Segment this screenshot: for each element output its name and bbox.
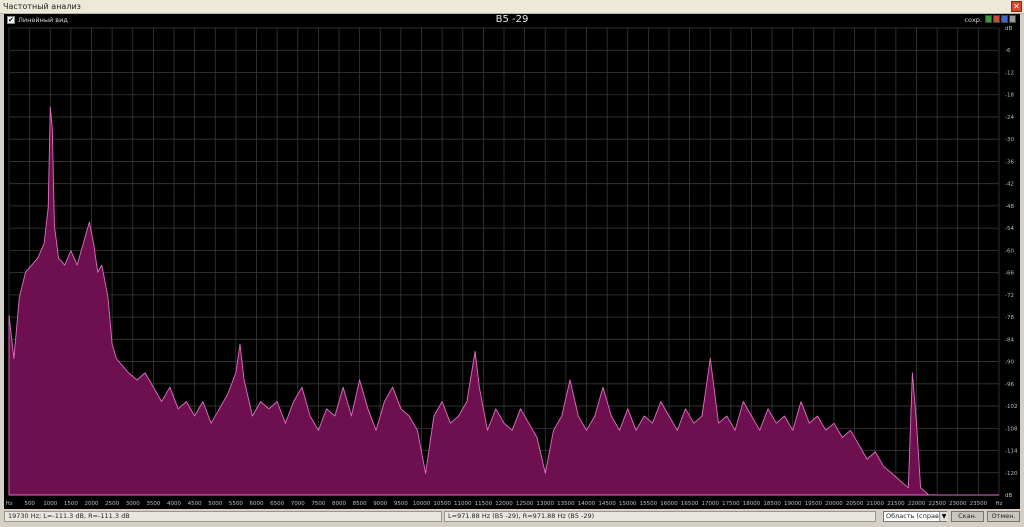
cursor-readout: 19730 Hz; L=-111.3 dB, R=-111.3 dB	[4, 511, 442, 522]
x-tick-label: 14000	[578, 501, 596, 507]
x-tick-label: 13000	[537, 501, 555, 507]
color-button-grey[interactable]	[1009, 15, 1016, 23]
x-tick-label: 14500	[598, 501, 616, 507]
x-tick-label: 2000	[85, 501, 99, 507]
x-tick-label: 3000	[126, 501, 140, 507]
y-tick-label: -72	[1005, 293, 1014, 299]
y-tick-label: -78	[1005, 315, 1014, 321]
x-tick-label: 12500	[516, 501, 534, 507]
x-tick-label: 21000	[867, 501, 885, 507]
y-tick-label: -36	[1005, 159, 1014, 165]
y-tick-label: -6	[1005, 48, 1011, 54]
window-titlebar: Частотный анализ ✕	[0, 0, 1024, 14]
color-button-blue[interactable]	[1001, 15, 1008, 23]
x-tick-label: 9000	[373, 501, 387, 507]
y-tick-label: -114	[1005, 449, 1018, 455]
x-tick-label: 22500	[928, 501, 946, 507]
x-tick-label: 3500	[146, 501, 160, 507]
y-tick-label: -66	[1005, 271, 1014, 277]
x-tick-label: 12000	[495, 501, 513, 507]
y-tick-label: -30	[1005, 137, 1014, 143]
chevron-down-icon[interactable]: ▼	[939, 512, 948, 521]
scan-button[interactable]: Скан.	[951, 511, 984, 522]
y-tick-label: -24	[1005, 115, 1014, 121]
x-tick-label: 19000	[784, 501, 802, 507]
x-tick-label: 1500	[64, 501, 78, 507]
status-bar: 19730 Hz; L=-111.3 dB, R=-111.3 dB L=971…	[0, 509, 1024, 527]
cancel-button[interactable]: Отмен.	[987, 511, 1020, 522]
x-tick-label: 17500	[722, 501, 740, 507]
x-tick-label: 4500	[188, 501, 202, 507]
y-tick-label: -60	[1005, 248, 1014, 254]
x-tick-label: 500	[24, 501, 35, 507]
region-select[interactable]: Область (справа о	[883, 511, 947, 522]
x-tick-label: 4000	[167, 501, 181, 507]
x-tick-label: 2500	[105, 501, 119, 507]
y-tick-label: -54	[1005, 226, 1014, 232]
x-tick-label: 16500	[681, 501, 699, 507]
color-button-green[interactable]	[985, 15, 992, 23]
x-tick-label: 23000	[949, 501, 967, 507]
y-tick-label: -120	[1005, 471, 1018, 477]
x-tick-label: 5000	[208, 501, 222, 507]
save-label: сохр.	[964, 16, 982, 24]
spectrum-title: B5 -29	[495, 14, 529, 25]
x-tick-label: 10000	[413, 501, 431, 507]
y-tick-label: -90	[1005, 360, 1014, 366]
x-tick-label: 11000	[454, 501, 472, 507]
x-tick-label: 9500	[394, 501, 408, 507]
close-window-button[interactable]: ✕	[1011, 1, 1022, 12]
x-tick-label: 15500	[640, 501, 658, 507]
x-tick-label: Hz	[5, 501, 12, 507]
x-tick-label: 7500	[311, 501, 325, 507]
color-button-red[interactable]	[993, 15, 1000, 23]
x-tick-label: 22000	[908, 501, 926, 507]
x-tick-label: 20500	[846, 501, 864, 507]
y-tick-label: -18	[1005, 93, 1014, 99]
window-title: Частотный анализ	[3, 2, 81, 11]
x-tick-label: 18500	[763, 501, 781, 507]
x-tick-label: 21500	[887, 501, 905, 507]
y-tick-label: -42	[1005, 182, 1014, 188]
y-tick-label: -12	[1005, 70, 1014, 76]
x-tick-label: 8000	[332, 501, 346, 507]
x-tick-label: 23500	[970, 501, 988, 507]
spectrum-header: ✔ Линейный вид B5 -29 сохр.	[4, 14, 1020, 26]
x-tick-label: 15000	[619, 501, 637, 507]
x-tick-label: 13500	[557, 501, 575, 507]
x-tick-label: 16000	[660, 501, 678, 507]
x-tick-label: 11500	[475, 501, 493, 507]
spectrum-panel: ✔ Линейный вид B5 -29 сохр. Hz 500 1000 150…	[4, 14, 1020, 509]
y-tick-label: -102	[1005, 404, 1017, 410]
x-tick-label: 20000	[825, 501, 843, 507]
x-tick-label: 1000	[43, 501, 57, 507]
spectrum-chart[interactable]: Hz 500 1000 1500 2000 2500 3000 3500 4000 4500 500…	[4, 26, 1020, 509]
x-tick-label: 5500	[229, 501, 243, 507]
x-tick-label: 7000	[291, 501, 305, 507]
x-tick-label: 6000	[250, 501, 264, 507]
x-tick-label: 10500	[433, 501, 451, 507]
y-tick-label: -96	[1005, 382, 1014, 388]
x-tick-label: 19500	[805, 501, 823, 507]
x-tick-label: 18000	[743, 501, 761, 507]
y-tick-label: -84	[1005, 337, 1014, 343]
x-tick-label: 17000	[702, 501, 720, 507]
peak-readout: L=971.88 Hz (B5 -29), R=971.88 Hz (B5 -2…	[444, 511, 876, 522]
y-tick-label: dB	[1005, 493, 1012, 499]
x-tick-label: 6500	[270, 501, 284, 507]
y-tick-label: dB	[1005, 26, 1012, 32]
x-tick-label: 8500	[353, 501, 367, 507]
y-tick-label: -108	[1005, 426, 1018, 432]
x-tick-label: Hz	[995, 501, 1002, 507]
y-tick-label: -48	[1005, 204, 1014, 210]
